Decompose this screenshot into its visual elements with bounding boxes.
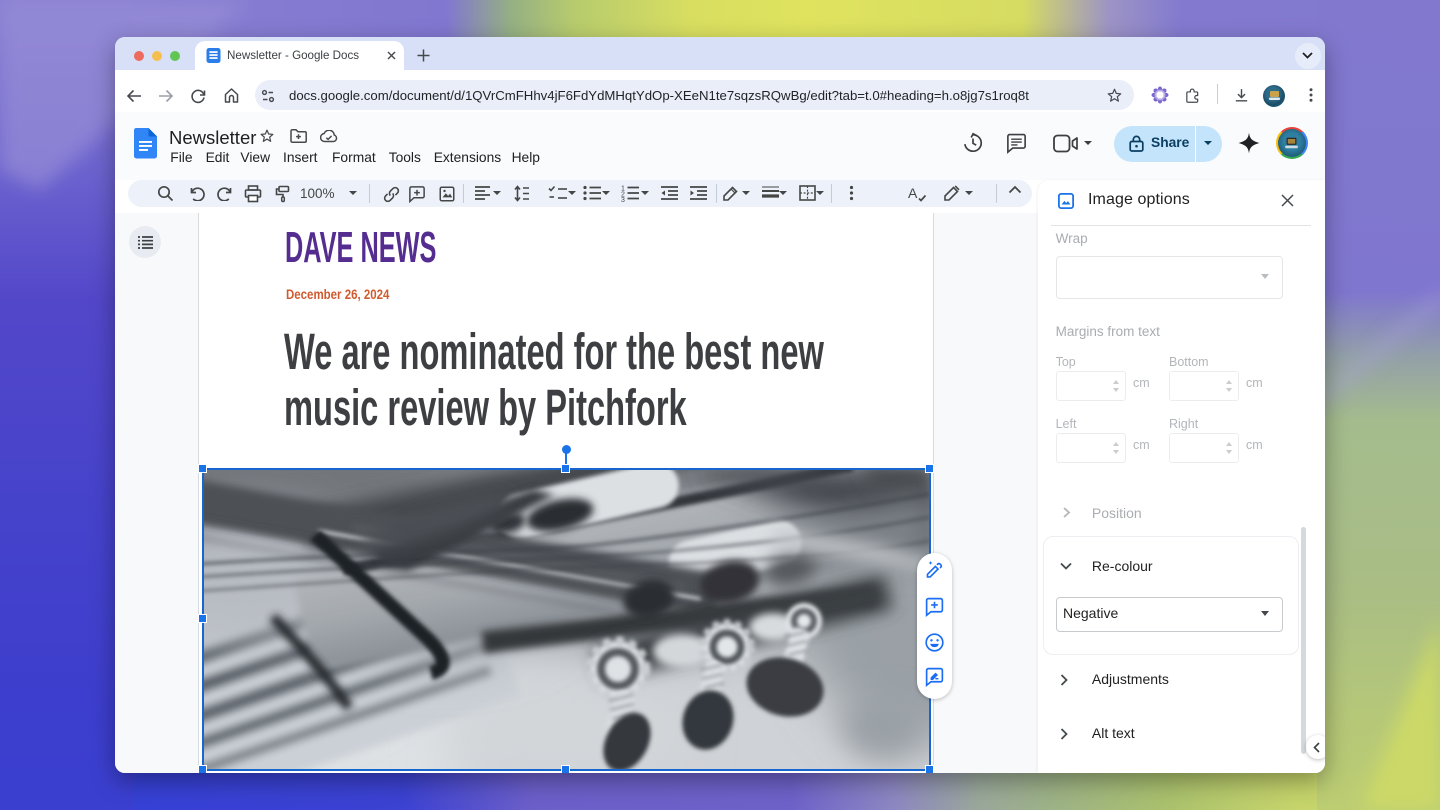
svg-text:A: A [908, 185, 918, 201]
svg-text:3: 3 [621, 197, 625, 202]
